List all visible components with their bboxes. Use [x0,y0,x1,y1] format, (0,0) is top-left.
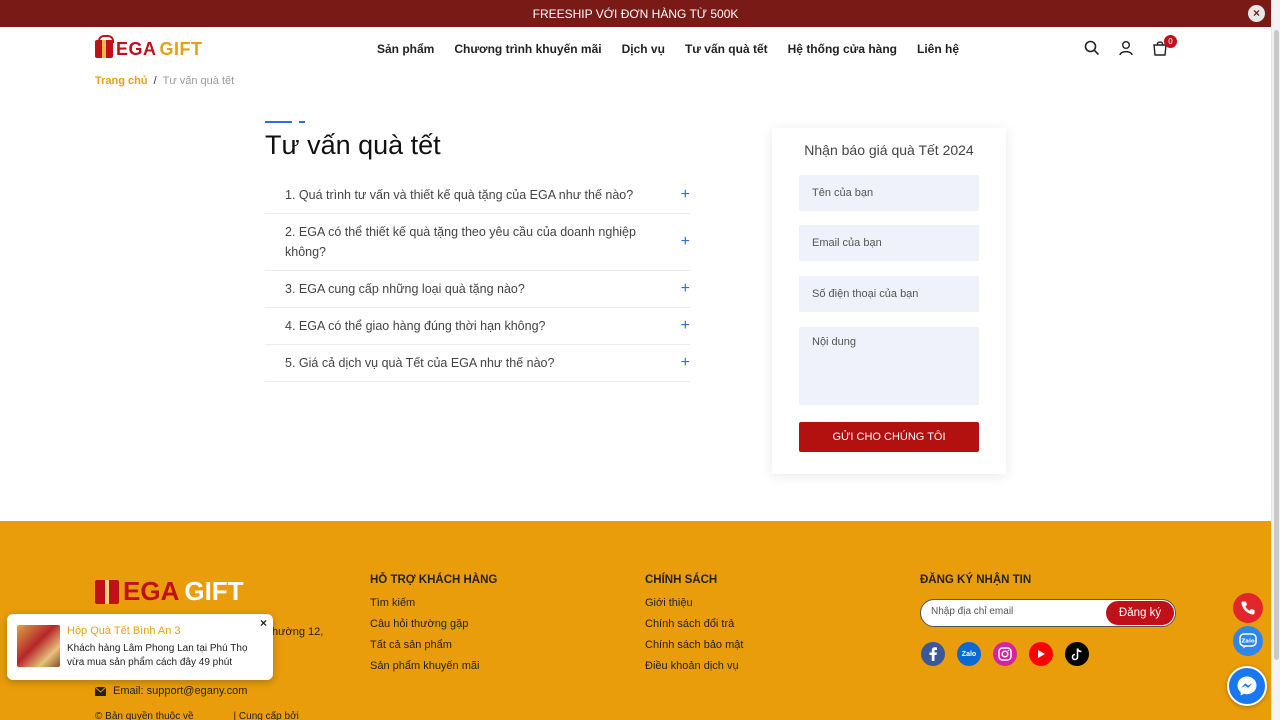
messenger-icon[interactable] [1227,666,1267,706]
tiktok-icon[interactable] [1065,642,1089,666]
footer-logo[interactable]: EGA GIFT [95,576,244,607]
faq-question: 4. EGA có thể giao hàng đúng thời hạn kh… [285,319,546,333]
breadcrumb-current: Tư vấn quà tết [162,75,235,87]
notification-product-name[interactable]: Hộp Quà Tết Bình An 3 [67,625,181,637]
faq-item[interactable]: 4. EGA có thể giao hàng đúng thời hạn kh… [265,308,690,345]
phone-icon[interactable] [1233,593,1263,623]
footer-support-column: HỖ TRỢ KHÁCH HÀNG Tìm kiếm Câu hỏi thườn… [370,574,497,681]
logo-text-ega: EGA [116,38,157,59]
footer-logo-text-gift: GIFT [184,576,244,606]
faq-accordion: 1. Quá trình tư vấn và thiết kế quà tặng… [265,177,690,382]
youtube-icon[interactable] [1029,642,1053,666]
footer-link-about[interactable]: Giới thiệu [645,597,743,609]
footer-column-title: CHÍNH SÁCH [645,574,718,586]
nav-item-promotions[interactable]: Chương trình khuyến mãi [454,42,601,56]
footer-email[interactable]: Email: support@egany.com [95,685,247,697]
site-header: EGA GIFT Sản phẩm Chương trình khuyến mã… [0,27,1271,73]
faq-item[interactable]: 1. Quá trình tư vấn và thiết kế quà tặng… [265,177,690,214]
envelope-icon [95,686,106,696]
nav-item-contact[interactable]: Liên hệ [917,42,959,56]
faq-question: 5. Giá cả dịch vụ quà Tết của EGA như th… [285,356,555,370]
close-announcement-button[interactable]: × [1248,5,1265,22]
logo-text-gift: GIFT [159,38,203,59]
svg-text:Zalo: Zalo [1241,639,1255,645]
zalo-icon[interactable]: Zalo [957,642,981,666]
search-icon[interactable] [1084,40,1100,56]
page-title: Tư vấn quà tết [265,130,441,160]
title-decoration-long [265,121,292,123]
faq-question: 2. EGA có thể thiết kế quà tặng theo yêu… [285,225,636,259]
footer-link-faq[interactable]: Câu hỏi thường gặp [370,618,497,630]
breadcrumb: Trang chủ / Tư vấn quà tết [95,75,234,87]
footer-email-text: Email: support@egany.com [113,685,248,697]
faq-question: 3. EGA cung cấp những loại quà tặng nào? [285,282,525,296]
footer-link-promo-products[interactable]: Sản phẩm khuyến mãi [370,660,497,672]
email-field[interactable] [799,225,979,261]
site-logo[interactable]: EGA GIFT [95,35,203,63]
main-nav: Sản phẩm Chương trình khuyến mãi Dịch vụ… [377,42,959,56]
zalo-icon[interactable]: Zalo [1233,626,1263,656]
footer-link-terms[interactable]: Điều khoản dịch vụ [645,660,743,672]
purchase-notification[interactable]: Hộp Quà Tết Bình An 3 Khách hàng Lâm Pho… [7,614,273,680]
quote-form-card: Nhận báo giá quà Tết 2024 GỬI CHO CHÚNG … [772,128,1006,474]
provided-by-text: | Cung cấp bởi [233,711,299,720]
nav-item-tet-gift-consulting[interactable]: Tư vấn quà tết [685,42,768,56]
footer-newsletter-column: ĐĂNG KÝ NHẬN TIN [920,574,1031,597]
product-thumbnail[interactable] [17,625,60,667]
facebook-icon[interactable] [921,642,945,666]
message-field[interactable] [799,327,979,405]
scrollbar-thumb[interactable] [1274,30,1279,660]
faq-item[interactable]: 2. EGA có thể thiết kế quà tặng theo yêu… [265,214,690,271]
footer-column-title: HỖ TRỢ KHÁCH HÀNG [370,574,498,586]
nav-item-stores[interactable]: Hệ thống cửa hàng [788,42,897,56]
nav-item-products[interactable]: Sản phẩm [377,42,434,56]
nav-item-services[interactable]: Dịch vụ [622,42,665,56]
faq-item[interactable]: 3. EGA cung cấp những loại quà tặng nào?… [265,271,690,308]
announcement-bar: FREESHIP VỚI ĐƠN HÀNG TỪ 500K × [0,0,1271,27]
footer-link-all-products[interactable]: Tất cả sản phẩm [370,639,497,651]
gift-logo-icon [95,35,114,58]
page-scrollbar[interactable] [1271,0,1280,720]
gift-logo-icon [95,579,119,604]
footer-column-title: ĐĂNG KÝ NHẬN TIN [920,574,1032,586]
user-icon[interactable] [1118,40,1134,56]
plus-icon[interactable]: + [681,317,690,335]
phone-field[interactable] [799,276,979,312]
footer-link-return-policy[interactable]: Chính sách đổi trả [645,618,743,630]
name-field[interactable] [799,175,979,211]
footer-policy-column: CHÍNH SÁCH Giới thiệu Chính sách đổi trả… [645,574,743,681]
faq-item[interactable]: 5. Giá cả dịch vụ quà Tết của EGA như th… [265,345,690,382]
copyright-text: © Bản quyền thuộc về [95,711,194,720]
header-actions: 0 [1084,35,1177,56]
form-title: Nhận báo giá quà Tết 2024 [804,142,974,158]
social-links: Zalo [921,642,1089,666]
title-decoration-short [299,121,305,123]
plus-icon[interactable]: + [681,233,690,251]
newsletter-email-input[interactable] [931,606,1101,617]
footer-logo-text-ega: EGA [123,576,180,606]
plus-icon[interactable]: + [681,280,690,298]
cart-icon[interactable]: 0 [1152,35,1177,56]
faq-question: 1. Quá trình tư vấn và thiết kế quà tặng… [285,188,634,202]
footer-link-search[interactable]: Tìm kiếm [370,597,497,609]
newsletter-form: Đăng ký [920,599,1176,627]
close-notification-button[interactable]: × [260,616,267,630]
footer-address: hường 12, [272,626,324,638]
plus-icon[interactable]: + [681,354,690,372]
newsletter-subscribe-button[interactable]: Đăng ký [1106,601,1174,625]
plus-icon[interactable]: + [681,186,690,204]
instagram-icon[interactable] [993,642,1017,666]
notification-message: Khách hàng Lâm Phong Lan tại Phú Thọ vừa… [67,643,248,668]
cart-count-badge: 0 [1164,35,1177,48]
footer-copyright: © Bản quyền thuộc về | Cung cấp bởi [95,711,299,720]
breadcrumb-home-link[interactable]: Trang chủ [95,75,148,87]
announcement-text: FREESHIP VỚI ĐƠN HÀNG TỪ 500K [532,6,739,21]
breadcrumb-separator: / [153,75,157,87]
submit-button[interactable]: GỬI CHO CHÚNG TÔI [799,422,979,452]
footer-link-privacy-policy[interactable]: Chính sách bảo mật [645,639,743,651]
